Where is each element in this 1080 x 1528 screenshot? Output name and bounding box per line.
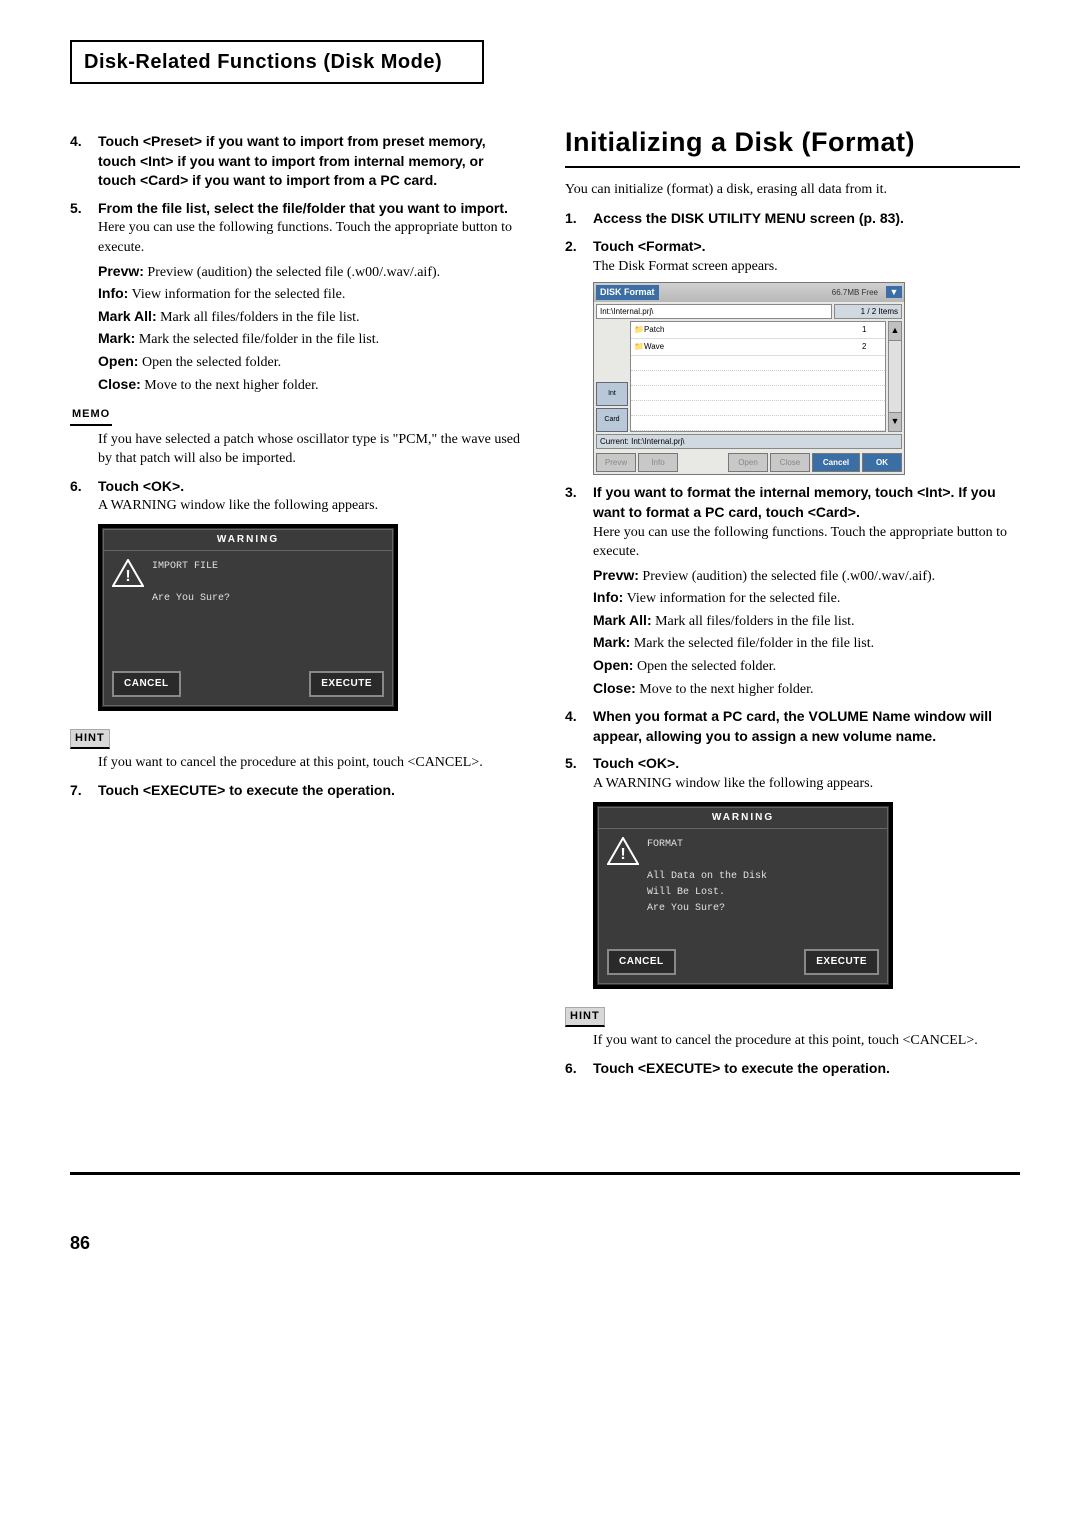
intro-text: You can initialize (format) a disk, eras…: [565, 180, 1020, 200]
step-5: 5. Touch <OK>. A WARNING window like the…: [565, 754, 1020, 793]
hint-text: If you want to cancel the procedure at t…: [565, 1031, 1020, 1051]
warning-text: FORMAT All Data on the Disk Will Be Lost…: [647, 837, 767, 937]
func-open: Open: Open the selected folder.: [70, 352, 525, 373]
func-mark: Mark: Mark the selected file/folder in t…: [565, 633, 1020, 654]
step-number: 6.: [70, 477, 98, 516]
func-info: Info: View information for the selected …: [70, 284, 525, 305]
step-4: 4. When you format a PC card, the VOLUME…: [565, 707, 1020, 746]
path-field[interactable]: Int:\Internal.prj\: [596, 304, 832, 319]
scrollbar[interactable]: ▲ ▼: [888, 321, 902, 432]
step-number: 7.: [70, 781, 98, 801]
hint-label: HINT: [565, 1007, 605, 1027]
step-body: Here you can use the following functions…: [98, 218, 525, 257]
step-title: Touch <EXECUTE> to execute the operation…: [593, 1059, 1020, 1079]
svg-text:!: !: [125, 568, 130, 585]
step-number: 2.: [565, 237, 593, 276]
scroll-down-icon[interactable]: ▼: [888, 412, 902, 432]
warning-dialog-format: WARNING ! FORMAT All Data on the Disk Wi…: [593, 802, 893, 989]
section-heading: Initializing a Disk (Format): [565, 124, 1020, 168]
func-prevw: Prevw: Preview (audition) the selected f…: [565, 566, 1020, 587]
execute-button[interactable]: EXECUTE: [804, 949, 879, 975]
left-column: 4. Touch <Preset> if you want to import …: [70, 124, 525, 1082]
step-number: 6.: [565, 1059, 593, 1079]
warning-title: WARNING: [104, 530, 392, 551]
step-title: Touch <EXECUTE> to execute the operation…: [98, 781, 525, 801]
two-column-layout: 4. Touch <Preset> if you want to import …: [70, 124, 1020, 1082]
chapter-title: Disk-Related Functions (Disk Mode): [84, 51, 442, 73]
func-close: Close: Move to the next higher folder.: [565, 679, 1020, 700]
func-prevw: Prevw: Preview (audition) the selected f…: [70, 262, 525, 283]
step-title: Access the DISK UTILITY MENU screen (p. …: [593, 209, 1020, 229]
close-button[interactable]: Close: [770, 453, 810, 472]
func-open: Open: Open the selected folder.: [565, 656, 1020, 677]
func-mark: Mark: Mark the selected file/folder in t…: [70, 329, 525, 350]
scroll-up-icon[interactable]: ▲: [888, 321, 902, 341]
step-title: Touch <OK>.: [98, 477, 525, 497]
step-2: 2. Touch <Format>. The Disk Format scree…: [565, 237, 1020, 276]
current-path: Current: Int:\Internal.prj\: [596, 434, 902, 449]
svg-text:!: !: [620, 846, 625, 863]
step-body: The Disk Format screen appears.: [593, 257, 1020, 277]
func-markall: Mark All: Mark all files/folders in the …: [565, 611, 1020, 632]
step-4: 4. Touch <Preset> if you want to import …: [70, 132, 525, 191]
step-title: When you format a PC card, the VOLUME Na…: [593, 707, 1020, 746]
func-info: Info: View information for the selected …: [565, 588, 1020, 609]
warning-text: IMPORT FILE Are You Sure?: [152, 559, 230, 659]
cancel-button[interactable]: CANCEL: [112, 671, 181, 697]
int-drive-icon[interactable]: Int: [596, 382, 628, 406]
window-title: DISK Format: [596, 285, 659, 300]
ok-button[interactable]: OK: [862, 453, 902, 472]
free-space-label: 66.7MB Free: [832, 287, 882, 298]
memo-label: MEMO: [70, 407, 112, 425]
list-item[interactable]: 📁Wave2: [631, 339, 885, 356]
footer-rule: 86: [70, 1172, 1020, 1256]
step-number: 4.: [70, 132, 98, 191]
step-body: A WARNING window like the following appe…: [98, 496, 525, 516]
file-list[interactable]: 📁Patch1 📁Wave2: [630, 321, 886, 432]
func-close: Close: Move to the next higher folder.: [70, 375, 525, 396]
step-number: 5.: [565, 754, 593, 793]
step-number: 4.: [565, 707, 593, 746]
step-7: 7. Touch <EXECUTE> to execute the operat…: [70, 781, 525, 801]
item-count: 1 / 2 Items: [834, 304, 902, 319]
prevw-button[interactable]: Prevw: [596, 453, 636, 472]
card-drive-icon[interactable]: Card: [596, 408, 628, 432]
step-number: 5.: [70, 199, 98, 258]
disk-format-screenshot: DISK Format 66.7MB Free ▼ Int:\Internal.…: [593, 282, 905, 475]
step-title: From the file list, select the file/fold…: [98, 199, 525, 219]
step-title: Touch <Format>.: [593, 237, 1020, 257]
warning-title: WARNING: [599, 808, 887, 829]
memo-text: If you have selected a patch whose oscil…: [70, 430, 525, 469]
info-button[interactable]: Info: [638, 453, 678, 472]
step-6: 6. Touch <EXECUTE> to execute the operat…: [565, 1059, 1020, 1079]
step-number: 1.: [565, 209, 593, 229]
step-title: If you want to format the internal memor…: [593, 483, 1020, 522]
right-column: Initializing a Disk (Format) You can ini…: [565, 124, 1020, 1082]
step-body: Here you can use the following functions…: [593, 523, 1020, 562]
chapter-title-box: Disk-Related Functions (Disk Mode): [70, 40, 484, 84]
step-5: 5. From the file list, select the file/f…: [70, 199, 525, 258]
cancel-button[interactable]: Cancel: [812, 453, 860, 472]
step-1: 1. Access the DISK UTILITY MENU screen (…: [565, 209, 1020, 229]
step-body: A WARNING window like the following appe…: [593, 774, 1020, 794]
step-title: Touch <OK>.: [593, 754, 1020, 774]
step-3: 3. If you want to format the internal me…: [565, 483, 1020, 561]
func-markall: Mark All: Mark all files/folders in the …: [70, 307, 525, 328]
warning-icon: !: [607, 837, 639, 865]
hint-text: If you want to cancel the procedure at t…: [70, 753, 525, 773]
execute-button[interactable]: EXECUTE: [309, 671, 384, 697]
warning-icon: !: [112, 559, 144, 587]
cancel-button[interactable]: CANCEL: [607, 949, 676, 975]
warning-dialog-import: WARNING ! IMPORT FILE Are You Sure? CANC…: [98, 524, 398, 711]
step-title: Touch <Preset> if you want to import fro…: [98, 132, 525, 191]
list-item[interactable]: 📁Patch1: [631, 322, 885, 339]
page-number: 86: [70, 1231, 1020, 1256]
hint-label: HINT: [70, 729, 110, 749]
step-6: 6. Touch <OK>. A WARNING window like the…: [70, 477, 525, 516]
step-number: 3.: [565, 483, 593, 561]
open-button[interactable]: Open: [728, 453, 768, 472]
dropdown-arrow-icon[interactable]: ▼: [886, 286, 902, 298]
